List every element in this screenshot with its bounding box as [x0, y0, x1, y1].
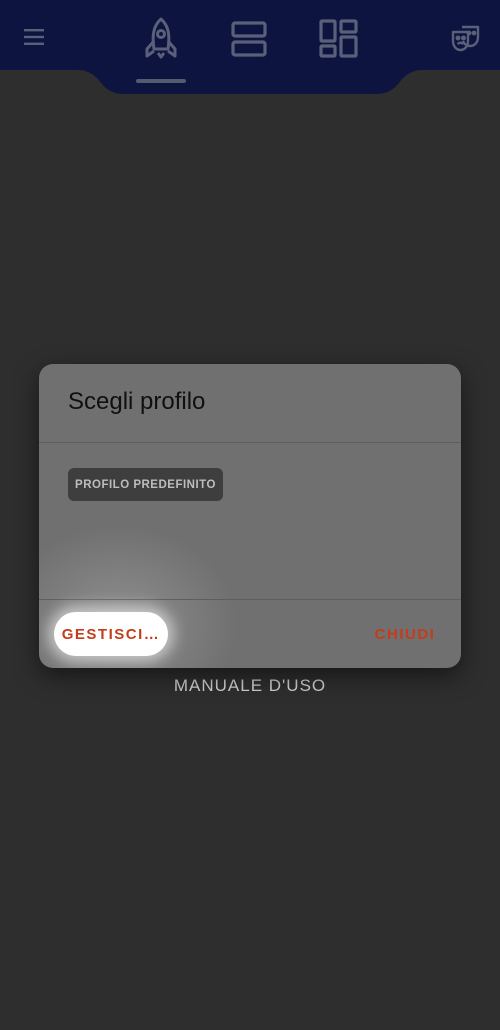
dialog-title: Scegli profilo [68, 388, 206, 415]
title-divider [39, 442, 461, 443]
actions-divider [39, 599, 461, 600]
choose-profile-dialog: Scegli profilo PROFILO PREDEFINITO GESTI… [39, 364, 461, 668]
profile-chip-default[interactable]: PROFILO PREDEFINITO [68, 468, 223, 501]
close-button[interactable]: CHIUDI [365, 612, 445, 656]
manage-button[interactable]: GESTISCI… [54, 612, 168, 656]
